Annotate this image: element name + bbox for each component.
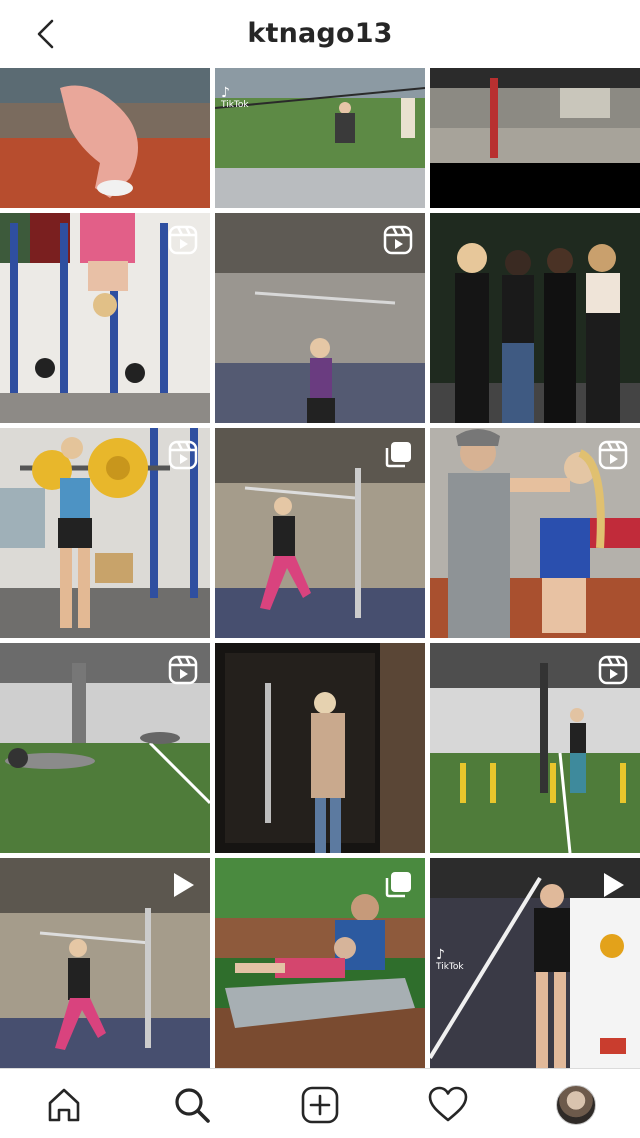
post-tile[interactable]	[215, 428, 425, 638]
nav-search[interactable]	[170, 1083, 214, 1127]
activity-heart-icon	[428, 1086, 468, 1122]
post-tile[interactable]	[215, 858, 425, 1068]
post-tile[interactable]	[0, 858, 210, 1068]
home-icon	[48, 1088, 80, 1122]
search-icon	[175, 1088, 210, 1123]
post-thumbnail	[0, 68, 210, 208]
post-tile[interactable]	[0, 643, 210, 853]
post-thumbnail	[430, 213, 640, 423]
bottom-nav	[0, 1068, 640, 1138]
tiktok-logo-icon: ♪	[221, 85, 230, 101]
post-grid: ♪ TikTok ♪ TikTok	[0, 68, 640, 1068]
carousel-icon	[385, 872, 411, 898]
post-tile[interactable]	[430, 428, 640, 638]
video-icon	[174, 873, 194, 897]
page-title: ktnago13	[247, 18, 393, 49]
tiktok-watermark: ♪ TikTok	[221, 86, 257, 112]
post-tile[interactable]	[215, 643, 425, 853]
reels-icon	[598, 655, 628, 685]
new-post-icon	[301, 1086, 339, 1124]
reels-icon	[598, 440, 628, 470]
reels-icon	[383, 225, 413, 255]
post-tile[interactable]	[0, 428, 210, 638]
post-tile[interactable]	[430, 213, 640, 423]
tiktok-logo-icon: ♪	[436, 947, 445, 963]
nav-new-post[interactable]	[298, 1083, 342, 1127]
watermark-label: TikTok	[436, 962, 464, 972]
post-thumbnail	[430, 68, 640, 208]
post-tile[interactable]	[215, 213, 425, 423]
profile-avatar	[556, 1085, 596, 1125]
nav-activity[interactable]	[426, 1083, 470, 1127]
post-thumbnail	[215, 643, 425, 853]
nav-home[interactable]	[42, 1083, 86, 1127]
watermark-label: TikTok	[221, 100, 249, 110]
carousel-icon	[385, 442, 411, 468]
post-tile[interactable]	[0, 213, 210, 423]
reels-icon	[168, 440, 198, 470]
post-tile[interactable]: ♪ TikTok	[430, 858, 640, 1068]
nav-profile[interactable]	[554, 1083, 598, 1127]
post-tile[interactable]	[430, 643, 640, 853]
header: ktnago13	[0, 0, 640, 68]
video-icon	[604, 873, 624, 897]
tiktok-watermark: ♪ TikTok	[436, 948, 472, 974]
reels-icon	[168, 225, 198, 255]
instagram-profile-grid-screen: ktnago13 ♪ TikTok ♪ TikTok	[0, 0, 640, 1138]
reels-icon	[168, 655, 198, 685]
